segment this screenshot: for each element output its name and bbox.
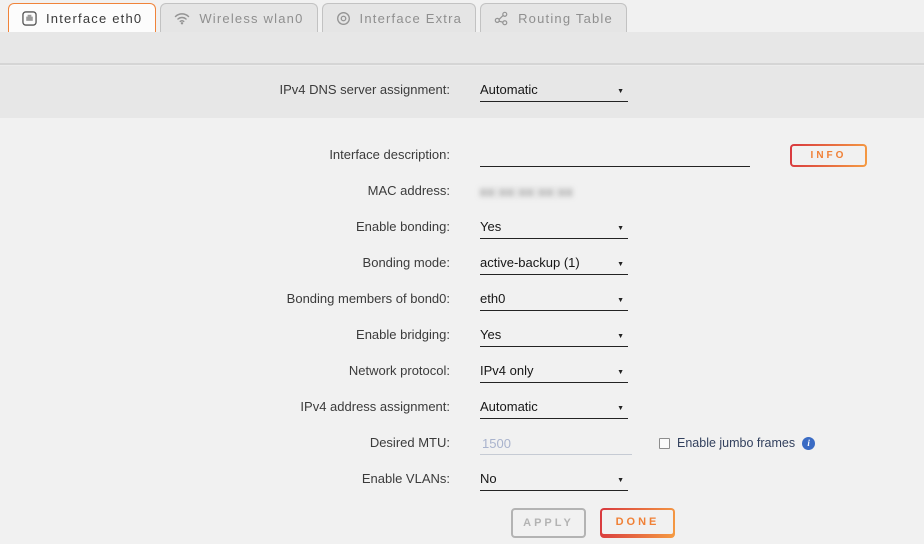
select-value: Yes — [480, 327, 501, 342]
tab-bar: Interface eth0 Wireless wlan0 Interface … — [0, 0, 924, 32]
chevron-down-icon: ▼ — [617, 369, 624, 378]
done-button-label: DONE — [602, 510, 673, 534]
tab-label: Interface eth0 — [46, 11, 142, 26]
field-label: Bonding mode: — [0, 255, 480, 275]
enable-bridging-select[interactable]: Yes ▼ — [480, 327, 628, 347]
chevron-down-icon: ▼ — [617, 261, 624, 270]
action-buttons: APPLY DONE — [511, 508, 924, 538]
chevron-down-icon: ▼ — [617, 225, 624, 234]
mac-address-value: xx:xx:xx:xx:xx — [480, 184, 573, 203]
bonding-mode-select[interactable]: active-backup (1) ▼ — [480, 255, 628, 275]
field-label: Bonding members of bond0: — [0, 291, 480, 311]
interface-description-row: Interface description: INFO — [0, 131, 924, 167]
wifi-icon — [174, 12, 190, 25]
dns-row: IPv4 DNS server assignment: Automatic ▼ — [0, 82, 628, 102]
select-value: IPv4 only — [480, 363, 533, 378]
select-value: Automatic — [480, 399, 538, 414]
field-label: Enable bridging: — [0, 327, 480, 347]
tab-routing-table[interactable]: Routing Table — [480, 3, 627, 32]
tab-label: Routing Table — [518, 11, 613, 26]
ipv4-assignment-select[interactable]: Automatic ▼ — [480, 399, 628, 419]
field-label: Interface description: — [0, 147, 480, 167]
interface-form: Interface description: INFO MAC address:… — [0, 118, 924, 538]
tab-label: Interface Extra — [360, 11, 463, 26]
chevron-down-icon: ▼ — [617, 477, 624, 486]
dns-label: IPv4 DNS server assignment: — [0, 82, 480, 102]
field-label: Enable bonding: — [0, 219, 480, 239]
chevron-down-icon: ▼ — [617, 88, 624, 97]
tab-label: Wireless wlan0 — [199, 11, 303, 26]
jumbo-frames-label: Enable jumbo frames — [677, 436, 795, 450]
enable-bonding-row: Enable bonding: Yes ▼ — [0, 203, 924, 239]
field-label: MAC address: — [0, 183, 480, 203]
target-icon — [336, 11, 351, 26]
field-label: Desired MTU: — [0, 435, 480, 455]
tab-interface-extra[interactable]: Interface Extra — [322, 3, 477, 32]
tab-wireless-wlan0[interactable]: Wireless wlan0 — [160, 3, 317, 32]
interface-description-input[interactable] — [480, 145, 750, 167]
dns-assignment-select[interactable]: Automatic ▼ — [480, 82, 628, 102]
field-label: Enable VLANs: — [0, 471, 480, 491]
enable-vlans-select[interactable]: No ▼ — [480, 471, 628, 491]
select-value: eth0 — [480, 291, 505, 306]
bonding-mode-row: Bonding mode: active-backup (1) ▼ — [0, 239, 924, 275]
enable-bridging-row: Enable bridging: Yes ▼ — [0, 311, 924, 347]
field-label: Network protocol: — [0, 363, 480, 383]
bonding-members-select[interactable]: eth0 ▼ — [480, 291, 628, 311]
jumbo-frames-checkbox[interactable] — [659, 438, 670, 449]
nodes-icon — [494, 11, 509, 26]
info-circle-icon[interactable]: i — [802, 437, 815, 450]
done-button[interactable]: DONE — [600, 508, 675, 538]
jumbo-frames-group: Enable jumbo frames i — [659, 436, 815, 455]
info-button-label: INFO — [792, 146, 865, 165]
field-label: IPv4 address assignment: — [0, 399, 480, 419]
ethernet-icon — [22, 11, 37, 26]
bonding-members-row: Bonding members of bond0: eth0 ▼ — [0, 275, 924, 311]
network-protocol-select[interactable]: IPv4 only ▼ — [480, 363, 628, 383]
chevron-down-icon: ▼ — [617, 297, 624, 306]
select-value: Yes — [480, 219, 501, 234]
chevron-down-icon: ▼ — [617, 405, 624, 414]
panel-top-section — [0, 32, 924, 63]
mac-address-row: MAC address: xx:xx:xx:xx:xx — [0, 167, 924, 203]
network-protocol-row: Network protocol: IPv4 only ▼ — [0, 347, 924, 383]
info-button[interactable]: INFO — [790, 144, 867, 167]
chevron-down-icon: ▼ — [617, 333, 624, 342]
tab-interface-eth0[interactable]: Interface eth0 — [8, 3, 156, 32]
select-value: active-backup (1) — [480, 255, 580, 270]
ipv4-assignment-row: IPv4 address assignment: Automatic ▼ — [0, 383, 924, 419]
enable-bonding-select[interactable]: Yes ▼ — [480, 219, 628, 239]
apply-button-label: APPLY — [523, 517, 574, 529]
enable-vlans-row: Enable VLANs: No ▼ — [0, 455, 924, 491]
desired-mtu-input[interactable] — [480, 433, 632, 455]
apply-button[interactable]: APPLY — [511, 508, 586, 538]
dns-section: IPv4 DNS server assignment: Automatic ▼ — [0, 66, 924, 118]
select-value: Automatic — [480, 82, 538, 97]
desired-mtu-row: Desired MTU: Enable jumbo frames i — [0, 419, 924, 455]
select-value: No — [480, 471, 497, 486]
